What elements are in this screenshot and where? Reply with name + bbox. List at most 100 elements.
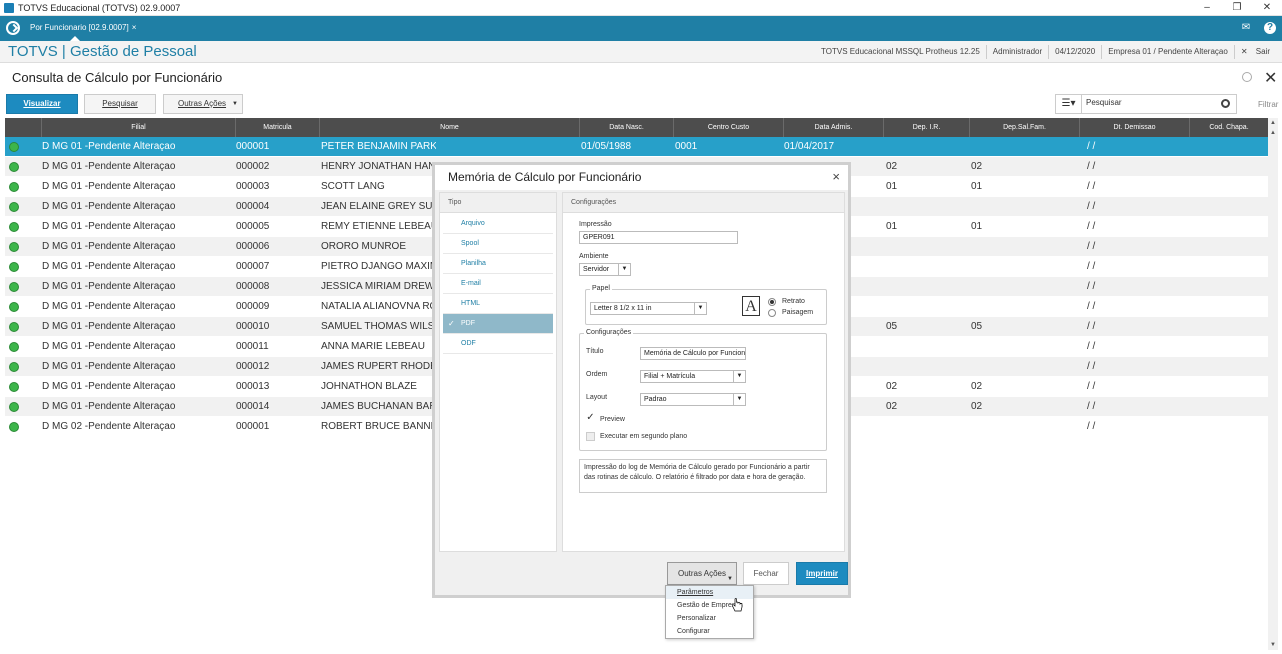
cell-mat: 000001 — [236, 421, 270, 432]
fechar-button[interactable]: Fechar — [743, 562, 789, 585]
column-header[interactable]: Data Admis. — [783, 118, 883, 137]
cell-dir: 02 — [886, 161, 898, 172]
help-icon[interactable]: ? — [1264, 22, 1276, 34]
restore-icon[interactable]: ❐ — [1222, 0, 1252, 16]
column-header[interactable]: Filial — [41, 118, 235, 137]
cell-filial: D MG 01 -Pendente Alteraçao — [42, 281, 176, 292]
retrato-radio[interactable] — [768, 298, 776, 306]
column-header[interactable]: Matricula — [235, 118, 319, 137]
tipo-item-odf[interactable]: ODF — [443, 334, 553, 354]
column-header[interactable]: Dep. I.R. — [883, 118, 969, 137]
vertical-scrollbar[interactable]: ▲ ▲ ▼ — [1268, 118, 1278, 650]
user-label: Administrador — [985, 45, 1048, 59]
preview-checkbox[interactable]: ✓ — [586, 413, 595, 423]
gear-icon[interactable] — [1242, 72, 1252, 82]
cell-dir — [886, 297, 966, 317]
cell-mat: 000010 — [236, 321, 270, 332]
scroll-top-icon[interactable]: ▲ — [1268, 118, 1278, 128]
titulo-field[interactable]: Memória de Cálculo por Funcionár — [640, 347, 746, 360]
column-header[interactable]: Dep.Sal.Fam. — [969, 118, 1079, 137]
menu-item-configurar[interactable]: Configurar — [666, 625, 753, 638]
cell-nome: ANNA MARIE LEBEAU — [321, 341, 425, 352]
status-ok-icon — [9, 222, 19, 232]
tab-bar: Por Funcionario [02.9.0007] × ✉ ? — [0, 16, 1282, 41]
tipo-item-pdf[interactable]: PDF — [443, 314, 553, 334]
impressao-field[interactable]: GPER091 — [579, 231, 738, 244]
search-input[interactable]: ☰▾ Pesquisar — [1055, 94, 1237, 114]
scroll-down-icon[interactable]: ▼ — [1268, 640, 1278, 650]
dialog-close-icon[interactable]: × — [832, 169, 840, 184]
tipo-header: Tipo — [440, 193, 556, 213]
ambiente-select[interactable]: Servidor ▼ — [579, 263, 631, 276]
tipo-list: ArquivoSpoolPlanilhaE-mailHTMLPDFODF — [440, 213, 556, 354]
columns-icon[interactable]: ☰▾ — [1056, 95, 1082, 113]
ordem-label: Ordem — [586, 371, 608, 378]
column-header[interactable]: Cod. Chapa. — [1189, 118, 1268, 137]
column-header[interactable]: Dt. Demissao — [1079, 118, 1189, 137]
home-icon[interactable] — [6, 21, 20, 35]
search-icon[interactable] — [1221, 99, 1230, 108]
table-row[interactable]: D MG 01 -Pendente Alteraçao 000001 PETER B… — [5, 137, 1268, 157]
background-checkbox[interactable] — [586, 432, 595, 441]
cell-dem: / / — [1087, 241, 1096, 252]
titulo-label: Título — [586, 348, 604, 355]
status-ok-icon — [9, 382, 19, 392]
cell-nome: JAMES RUPERT RHODES — [321, 361, 436, 372]
dialog-outras-acoes-button[interactable]: Outras Ações ▼ — [667, 562, 737, 585]
brand-title: TOTVS | Gestão de Pessoal — [8, 43, 197, 60]
report-dialog: Memória de Cálculo por Funcionário × Tip… — [432, 162, 851, 598]
cell-mat: 000011 — [236, 341, 269, 352]
impressao-label: Impressão — [579, 221, 612, 228]
visualizar-button[interactable]: Visualizar — [6, 94, 78, 114]
cell-nome: ROBERT BRUCE BANNER — [321, 421, 436, 432]
cell-mat: 000009 — [236, 301, 270, 312]
cell-nome: JOHNATHON BLAZE — [321, 381, 417, 392]
dialog-title: Memória de Cálculo por Funcionário — [435, 165, 848, 190]
scroll-up-icon[interactable]: ▲ — [1268, 128, 1278, 138]
cell-nome: PETER BENJAMIN PARKER — [321, 141, 436, 152]
date-label: 04/12/2020 — [1048, 45, 1101, 59]
pesquisar-button[interactable]: Pesquisar — [84, 94, 156, 114]
tipo-item-spool[interactable]: Spool — [443, 234, 553, 254]
filter-link[interactable]: Filtrar — [1258, 100, 1278, 109]
cell-admis: 01/04/2017 — [784, 141, 835, 152]
cell-filial: D MG 01 -Pendente Alteraçao — [42, 381, 176, 392]
tipo-item-planilha[interactable]: Planilha — [443, 254, 553, 274]
column-header[interactable]: Nome — [319, 118, 579, 137]
cell-dir: 01 — [886, 181, 898, 192]
tipo-item-html[interactable]: HTML — [443, 294, 553, 314]
column-header[interactable]: Data Nasc. — [579, 118, 673, 137]
outras-acoes-button[interactable]: Outras Ações ▼ — [163, 94, 243, 114]
minimize-icon[interactable]: – — [1192, 0, 1222, 16]
tab-por-funcionario[interactable]: Por Funcionario [02.9.0007] × — [26, 19, 140, 41]
papel-value: Letter 8 1/2 x 11 in — [594, 305, 652, 312]
mail-icon[interactable]: ✉ — [1240, 22, 1252, 34]
exit-link[interactable]: ✕ Sair — [1233, 45, 1282, 59]
layout-select[interactable]: Padrao ▼ — [640, 393, 746, 406]
cell-dsf — [971, 237, 1071, 257]
cell-dir: 02 — [886, 381, 898, 392]
status-ok-icon — [9, 262, 19, 272]
menu-item-personalizar[interactable]: Personalizar — [666, 612, 753, 625]
cell-dem: / / — [1087, 281, 1096, 292]
tipo-item-arquivo[interactable]: Arquivo — [443, 214, 553, 234]
tipo-item-e-mail[interactable]: E-mail — [443, 274, 553, 294]
imprimir-button[interactable]: Imprimir — [796, 562, 848, 585]
cell-mat: 000004 — [236, 201, 270, 212]
company-label[interactable]: Empresa 01 / Pendente Alteraçao — [1101, 45, 1234, 59]
status-column-header — [5, 118, 41, 137]
close-page-icon[interactable]: ✕ — [1264, 68, 1277, 88]
close-window-icon[interactable]: ✕ — [1252, 0, 1282, 16]
tab-close-icon[interactable]: × — [132, 23, 137, 32]
cell-dsf: 02 — [971, 381, 983, 392]
cell-nome: SAMUEL THOMAS WILSO — [321, 321, 436, 332]
papel-select[interactable]: Letter 8 1/2 x 11 in ▼ — [590, 302, 707, 315]
column-header[interactable]: Centro Custo — [673, 118, 783, 137]
cell-filial: D MG 01 -Pendente Alteraçao — [42, 261, 176, 272]
ordem-select[interactable]: Filial + Matrícula ▼ — [640, 370, 746, 383]
status-ok-icon — [9, 282, 19, 292]
paisagem-radio[interactable] — [768, 309, 776, 317]
cell-dem: / / — [1087, 361, 1096, 372]
cell-mat: 000005 — [236, 221, 270, 232]
environment-label: TOTVS Educacional MSSQL Protheus 12.25 — [821, 47, 980, 56]
